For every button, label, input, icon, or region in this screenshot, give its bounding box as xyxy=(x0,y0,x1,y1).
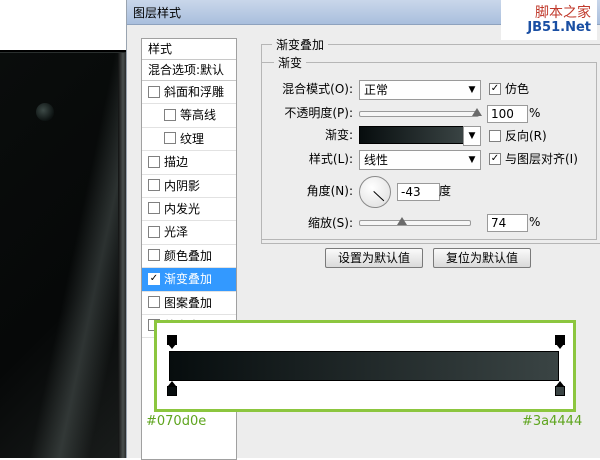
reverse-checkbox[interactable]: 反向(R) xyxy=(489,128,547,144)
checkbox-icon[interactable] xyxy=(148,85,160,98)
opacity-stop-left[interactable] xyxy=(167,335,177,349)
dither-label: 仿色 xyxy=(505,82,530,96)
stop-pointer-icon xyxy=(168,344,176,349)
checkbox-icon[interactable] xyxy=(164,132,176,145)
style-item-label: 颜色叠加 xyxy=(164,248,213,263)
styles-header[interactable]: 样式 xyxy=(142,39,236,60)
reset-default-button[interactable]: 复位为默认值 xyxy=(433,248,531,268)
style-items: 斜面和浮雕等高线纹理描边内阴影内发光光泽颜色叠加✓渐变叠加图案叠加外发光 xyxy=(142,81,236,339)
style-item[interactable]: 内发光 xyxy=(142,198,236,222)
align-label: 与图层对齐(I) xyxy=(505,152,578,166)
canvas-background xyxy=(0,0,130,458)
angle-unit: 度 xyxy=(439,184,452,198)
window-title: 图层样式 xyxy=(133,6,182,20)
gradient-dropdown-arrow[interactable]: ▼ xyxy=(463,126,481,146)
chevron-down-icon: ▼ xyxy=(468,131,476,141)
watermark-line2: JB51.Net xyxy=(527,20,591,35)
style-value: 线性 xyxy=(364,153,389,167)
reverse-label: 反向(R) xyxy=(505,129,547,143)
gradient-editor xyxy=(154,320,576,412)
checkbox-icon[interactable] xyxy=(148,225,160,238)
watermark-logo: 脚本之家 JB51.Net xyxy=(501,0,597,40)
checkbox-icon[interactable] xyxy=(148,179,160,192)
style-item[interactable]: 等高线 xyxy=(142,104,236,128)
style-item-label: 描边 xyxy=(164,155,189,170)
gradient-swatch[interactable] xyxy=(359,126,465,144)
dither-check-icon: ✓ xyxy=(489,82,501,95)
reverse-check-icon xyxy=(489,129,501,142)
color-stop-swatch xyxy=(167,386,177,396)
align-checkbox[interactable]: ✓ 与图层对齐(I) xyxy=(489,151,578,167)
set-default-button[interactable]: 设置为默认值 xyxy=(325,248,423,268)
blend-mode-select[interactable]: 正常 ▼ xyxy=(359,80,481,100)
phone-preview xyxy=(0,52,130,458)
blend-mode-value: 正常 xyxy=(364,83,389,97)
opacity-label: 不透明度(P): xyxy=(284,106,353,120)
angle-input[interactable]: -43 xyxy=(397,183,440,201)
camera-lens-icon xyxy=(36,103,54,121)
style-label: 样式(L): xyxy=(308,152,353,166)
canvas-white-area xyxy=(0,0,130,50)
section-title: 渐变叠加 xyxy=(272,36,329,53)
style-item[interactable]: 颜色叠加 xyxy=(142,245,236,269)
gradient-label: 渐变: xyxy=(324,128,353,142)
scale-unit: % xyxy=(529,215,541,229)
stop-pointer-icon xyxy=(556,344,564,349)
chevron-down-icon: ▼ xyxy=(468,85,476,95)
end-color-hex: #3a4444 xyxy=(522,414,583,429)
color-stop-swatch xyxy=(555,386,565,396)
blend-options-item[interactable]: 混合选项:默认 xyxy=(142,60,236,81)
style-item[interactable]: 光泽 xyxy=(142,221,236,245)
style-item-label: 光泽 xyxy=(164,225,189,240)
style-item-label: 等高线 xyxy=(180,108,217,123)
group-title: 渐变 xyxy=(274,54,307,71)
checkbox-icon[interactable] xyxy=(148,296,160,309)
scale-slider[interactable] xyxy=(359,220,471,226)
style-item[interactable]: 纹理 xyxy=(142,128,236,152)
opacity-slider-thumb[interactable] xyxy=(472,108,482,116)
style-item[interactable]: ✓ 渐变叠加 xyxy=(142,268,236,292)
opacity-unit: % xyxy=(529,106,541,120)
style-item-label: 斜面和浮雕 xyxy=(164,85,225,99)
dither-checkbox[interactable]: ✓ 仿色 xyxy=(489,81,529,97)
align-check-icon: ✓ xyxy=(489,152,501,165)
scale-label: 缩放(S): xyxy=(307,216,353,230)
style-item-label: 内阴影 xyxy=(164,178,201,193)
color-stop-right[interactable] xyxy=(555,381,565,396)
checkbox-icon[interactable] xyxy=(148,202,160,215)
checkbox-icon[interactable]: ✓ xyxy=(148,272,160,285)
gradient-bar[interactable] xyxy=(169,351,559,381)
color-stop-left[interactable] xyxy=(167,381,177,396)
style-item-label: 内发光 xyxy=(164,201,201,216)
style-item-label: 纹理 xyxy=(180,131,205,146)
scale-input[interactable]: 74 xyxy=(487,214,528,232)
scale-slider-thumb[interactable] xyxy=(396,217,407,225)
checkbox-icon[interactable] xyxy=(148,249,160,262)
angle-label: 角度(N): xyxy=(306,184,353,198)
checkbox-icon[interactable] xyxy=(164,108,176,121)
chevron-down-icon: ▼ xyxy=(468,155,476,165)
angle-dial-hand xyxy=(373,191,385,202)
style-item[interactable]: 内阴影 xyxy=(142,175,236,198)
blend-mode-label: 混合模式(O): xyxy=(282,82,353,96)
opacity-stop-right[interactable] xyxy=(555,335,565,349)
style-item[interactable]: 图案叠加 xyxy=(142,292,236,315)
watermark-line1: 脚本之家 xyxy=(535,5,591,21)
style-item[interactable]: 描边 xyxy=(142,151,236,175)
style-item[interactable]: 斜面和浮雕 xyxy=(142,81,236,105)
opacity-input[interactable]: 100 xyxy=(487,105,528,123)
angle-dial[interactable] xyxy=(359,176,391,208)
checkbox-icon[interactable] xyxy=(148,155,160,168)
style-item-label: 图案叠加 xyxy=(164,295,213,310)
opacity-slider[interactable] xyxy=(359,111,479,117)
style-select[interactable]: 线性 ▼ xyxy=(359,150,481,170)
style-item-label: 渐变叠加 xyxy=(164,272,213,287)
start-color-hex: #070d0e xyxy=(146,414,207,429)
